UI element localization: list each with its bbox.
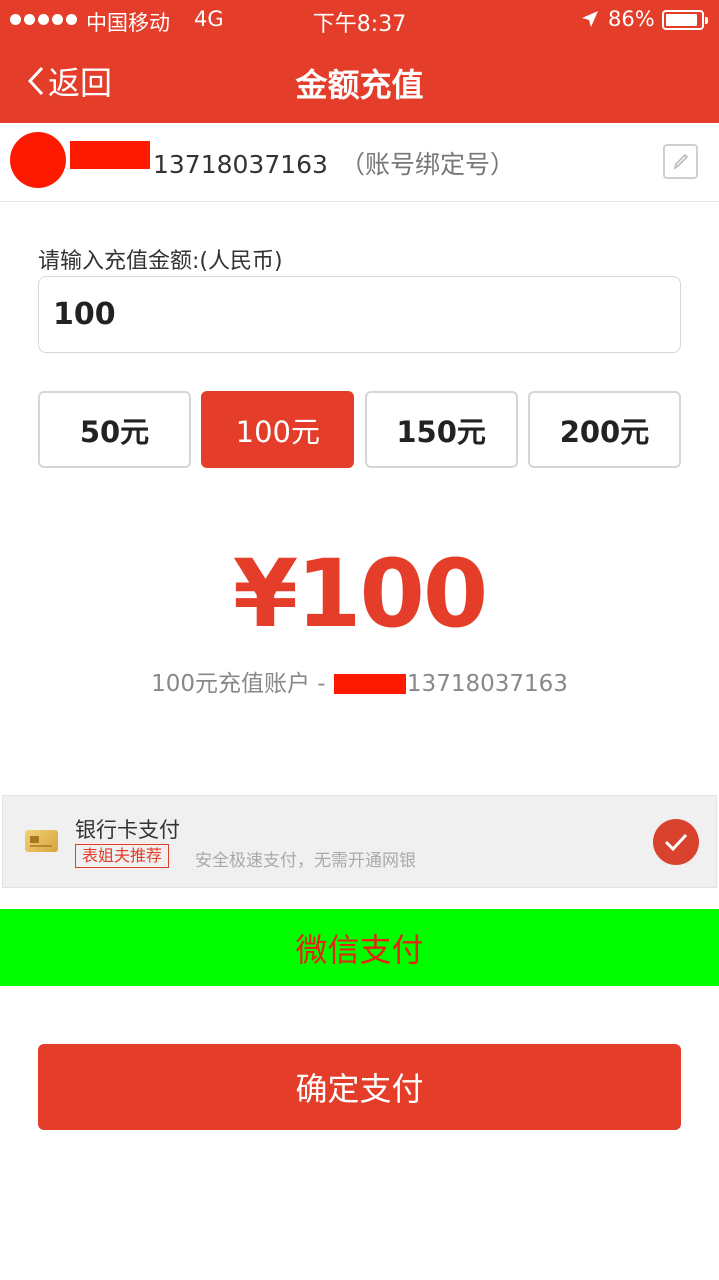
nav-bar: 返回 金额充值 (0, 40, 719, 123)
preset-150-button[interactable]: 150元 (364, 391, 518, 468)
summary-prefix: 100元充值账户 - (151, 671, 333, 697)
account-note: （账号绑定号） (339, 150, 515, 179)
confirm-payment-button[interactable]: 确定支付 (38, 1044, 681, 1130)
preset-amounts: 50元 100元 150元 200元 (38, 391, 681, 468)
redacted-name (333, 674, 406, 694)
recommend-badge: 表姐夫推荐 (75, 844, 170, 868)
preset-50-button[interactable]: 50元 (38, 391, 191, 468)
location-arrow-icon (582, 11, 598, 27)
preset-100-button[interactable]: 100元 (201, 391, 355, 468)
amount-label: 请输入充值金额:(人民币) (38, 249, 283, 274)
battery-icon (662, 10, 708, 30)
preset-200-button[interactable]: 200元 (527, 391, 681, 468)
avatar (10, 132, 66, 188)
battery-fill (666, 14, 697, 26)
bank-card-payment-option[interactable]: 银行卡支付 表姐夫推荐 安全极速支付，无需开通网银 (2, 795, 717, 888)
recharge-summary: 100元充值账户 - 13718037163 (0, 664, 719, 698)
page-title: 金额充值 (295, 66, 424, 104)
status-bar: 中国移动 4G 下午8:37 86% (0, 0, 719, 40)
bank-payment-description: 安全极速支付，无需开通网银 (195, 851, 416, 871)
account-number: 13718037163 (153, 150, 328, 179)
account-info: 13718037163 （账号绑定号） (153, 145, 515, 181)
bank-card-icon (25, 830, 58, 852)
account-row: 13718037163 （账号绑定号） (0, 123, 719, 202)
selected-check-icon (653, 819, 699, 865)
app-header: 中国移动 4G 下午8:37 86% 返回 金额充值 (0, 0, 719, 123)
wechat-payment-option[interactable]: 微信支付 (0, 909, 719, 986)
bank-payment-title: 银行卡支付 (75, 818, 180, 842)
amount-input[interactable] (38, 276, 681, 353)
pencil-icon (673, 153, 689, 170)
summary-account: 13718037163 (406, 671, 568, 697)
total-amount: ¥100 (232, 540, 489, 649)
battery-percentage: 86% (608, 7, 655, 31)
redacted-name (70, 141, 150, 169)
edit-account-button[interactable] (663, 144, 698, 179)
